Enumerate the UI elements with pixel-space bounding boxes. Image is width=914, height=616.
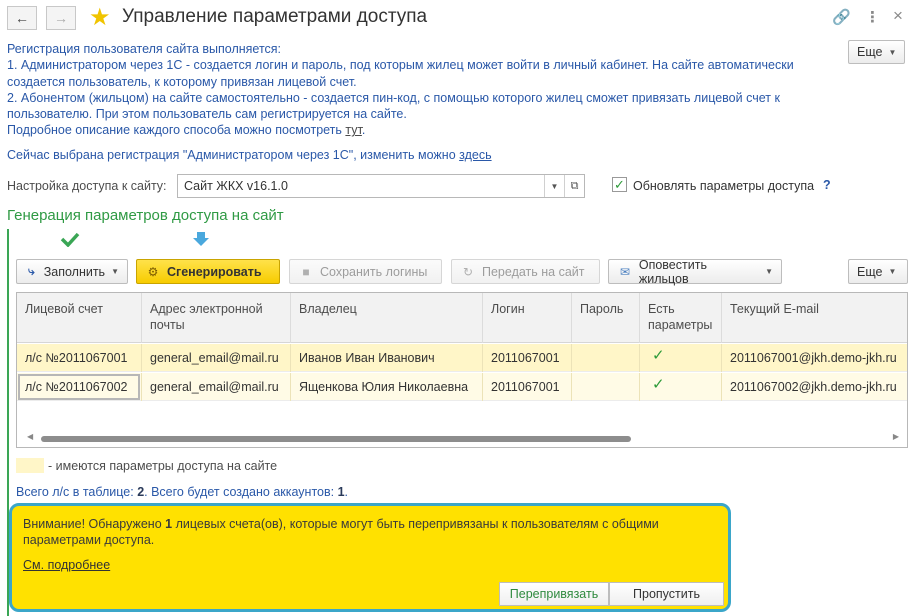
info-line-1: Регистрация пользователя сайта выполняет…	[7, 42, 282, 56]
notify-residents-button[interactable]: ✉ Оповестить жильцов ▼	[608, 257, 782, 286]
horizontal-scrollbar[interactable]: ◀ ▶	[25, 432, 901, 444]
cell-owner[interactable]: Ященкова Юлия Николаевна	[291, 373, 483, 401]
scrollbar-thumb[interactable]	[41, 436, 631, 442]
open-icon[interactable]: ⧉	[564, 175, 584, 197]
table-row[interactable]: л/с №2011067002 general_email@mail.ru Ящ…	[17, 373, 907, 401]
forward-button[interactable]: →	[46, 6, 76, 30]
save-logins-label: Сохранить логины	[320, 264, 428, 279]
close-icon[interactable]: ×	[893, 6, 903, 26]
site-setting-value: Сайт ЖКХ v16.1.0	[184, 179, 288, 193]
table-row[interactable]: л/с №2011067001 general_email@mail.ru Ив…	[17, 344, 907, 372]
cell-current-email[interactable]: 2011067001@jkh.demo-jkh.ru	[722, 344, 907, 372]
window-title: Управление параметрами доступа	[122, 6, 428, 27]
cell-password[interactable]	[572, 344, 640, 372]
chevron-down-icon[interactable]: ▼	[544, 175, 564, 197]
link-icon[interactable]: 🔗	[832, 8, 851, 26]
notify-label: Оповестить жильцов	[638, 257, 707, 286]
fill-label: Заполнить	[43, 264, 106, 279]
cell-current-email[interactable]: 2011067002@jkh.demo-jkh.ru	[722, 373, 907, 401]
legend-swatch	[16, 458, 44, 473]
header-email[interactable]: Адрес электронной почты	[142, 293, 291, 343]
warning-panel: Внимание! Обнаружено 1 лицевых счета(ов)…	[9, 503, 731, 612]
blue-arrow-down-icon	[193, 232, 209, 246]
change-registration-link[interactable]: здесь	[459, 148, 491, 162]
check-icon: ✓	[640, 344, 722, 372]
cell-login[interactable]: 2011067001	[483, 344, 572, 372]
check-icon: ✓	[640, 373, 722, 401]
skip-button[interactable]: Пропустить	[609, 582, 724, 606]
header-has-params[interactable]: Есть параметры	[640, 293, 722, 343]
details-here-link[interactable]: тут	[345, 123, 361, 137]
scroll-left-icon[interactable]: ◀	[27, 432, 33, 441]
fill-arrow-icon: ⤷	[27, 264, 35, 278]
chevron-down-icon: ▼	[111, 267, 119, 276]
save-icon: ■	[302, 264, 310, 279]
header-current-email[interactable]: Текущий E-mail	[722, 293, 907, 343]
header-login[interactable]: Логин	[483, 293, 572, 343]
cell-login[interactable]: 2011067001	[483, 373, 572, 401]
current-registration: Сейчас выбрана регистрация "Администрато…	[7, 148, 492, 162]
chevron-down-icon: ▼	[765, 267, 773, 276]
update-params-label: Обновлять параметры доступа	[633, 179, 815, 193]
registration-info: Регистрация пользователя сайта выполняет…	[7, 41, 837, 139]
arrow-left-icon: ←	[15, 10, 29, 26]
site-setting-label: Настройка доступа к сайту:	[7, 179, 167, 193]
chevron-down-icon: ▼	[888, 267, 897, 276]
cell-password[interactable]	[572, 373, 640, 401]
green-check-icon	[60, 232, 80, 247]
rebind-button[interactable]: Перепривязать	[499, 582, 609, 606]
cell-owner[interactable]: Иванов Иван Иванович	[291, 344, 483, 372]
totals-text: Всего л/с в таблице: 2. Всего будет созд…	[16, 485, 349, 499]
refresh-icon: ↻	[462, 264, 474, 279]
cell-focus-frame	[18, 374, 140, 400]
info-line-3: создается пользователь, к которому привя…	[7, 74, 357, 89]
more-label: Еще	[857, 264, 883, 279]
generate-button[interactable]: ⚙ Сгенерировать	[136, 259, 280, 284]
cell-account[interactable]: л/с №2011067001	[17, 344, 142, 372]
send-to-site-button[interactable]: ↻ Передать на сайт	[451, 259, 600, 284]
star-icon[interactable]: ★	[89, 3, 111, 32]
group-title: Генерация параметров доступа на сайт	[7, 207, 284, 224]
cell-email[interactable]: general_email@mail.ru	[142, 344, 291, 372]
legend-text: - имеются параметры доступа на сайте	[48, 459, 278, 473]
header-password[interactable]: Пароль	[572, 293, 640, 343]
kebab-icon[interactable]: ⋮	[865, 8, 880, 26]
info-line-2: 1. Администратором через 1С - создается …	[7, 58, 794, 73]
scroll-right-icon[interactable]: ▶	[893, 432, 899, 441]
more-label: Еще	[857, 45, 883, 59]
send-to-site-label: Передать на сайт	[482, 264, 585, 279]
chevron-down-icon: ▼	[888, 47, 897, 57]
info-line-5: пользователю. При этом пользователь сам …	[7, 107, 407, 122]
header-owner[interactable]: Владелец	[291, 293, 483, 343]
arrow-right-icon: →	[54, 10, 68, 26]
back-button[interactable]: ←	[7, 6, 37, 30]
save-logins-button[interactable]: ■ Сохранить логины	[289, 259, 442, 284]
see-details-link[interactable]: См. подробнее	[23, 558, 110, 572]
accounts-table[interactable]: Лицевой счет Адрес электронной почты Вла…	[16, 292, 908, 448]
warning-text: Внимание! Обнаружено 1 лицевых счета(ов)…	[23, 517, 659, 547]
table-more-button[interactable]: Еще ▼	[848, 259, 908, 284]
top-more-button[interactable]: Еще ▼	[848, 40, 906, 64]
gear-icon: ⚙	[147, 264, 159, 279]
update-params-checkbox[interactable]: ✓	[612, 177, 627, 192]
info-line-6: Подробное описание каждого способа можно…	[7, 123, 366, 138]
header-account[interactable]: Лицевой счет	[17, 293, 142, 343]
fill-button[interactable]: ⤷ Заполнить ▼	[16, 259, 128, 284]
site-setting-select[interactable]: Сайт ЖКХ v16.1.0 ▼ ⧉	[177, 174, 585, 198]
table-header: Лицевой счет Адрес электронной почты Вла…	[17, 293, 907, 343]
envelope-icon: ✉	[619, 264, 630, 279]
help-icon[interactable]: ?	[823, 178, 831, 192]
cell-email[interactable]: general_email@mail.ru	[142, 373, 291, 401]
info-line-4: 2. Абонентом (жильцом) на сайте самостоя…	[7, 90, 780, 105]
generate-label: Сгенерировать	[167, 264, 262, 279]
